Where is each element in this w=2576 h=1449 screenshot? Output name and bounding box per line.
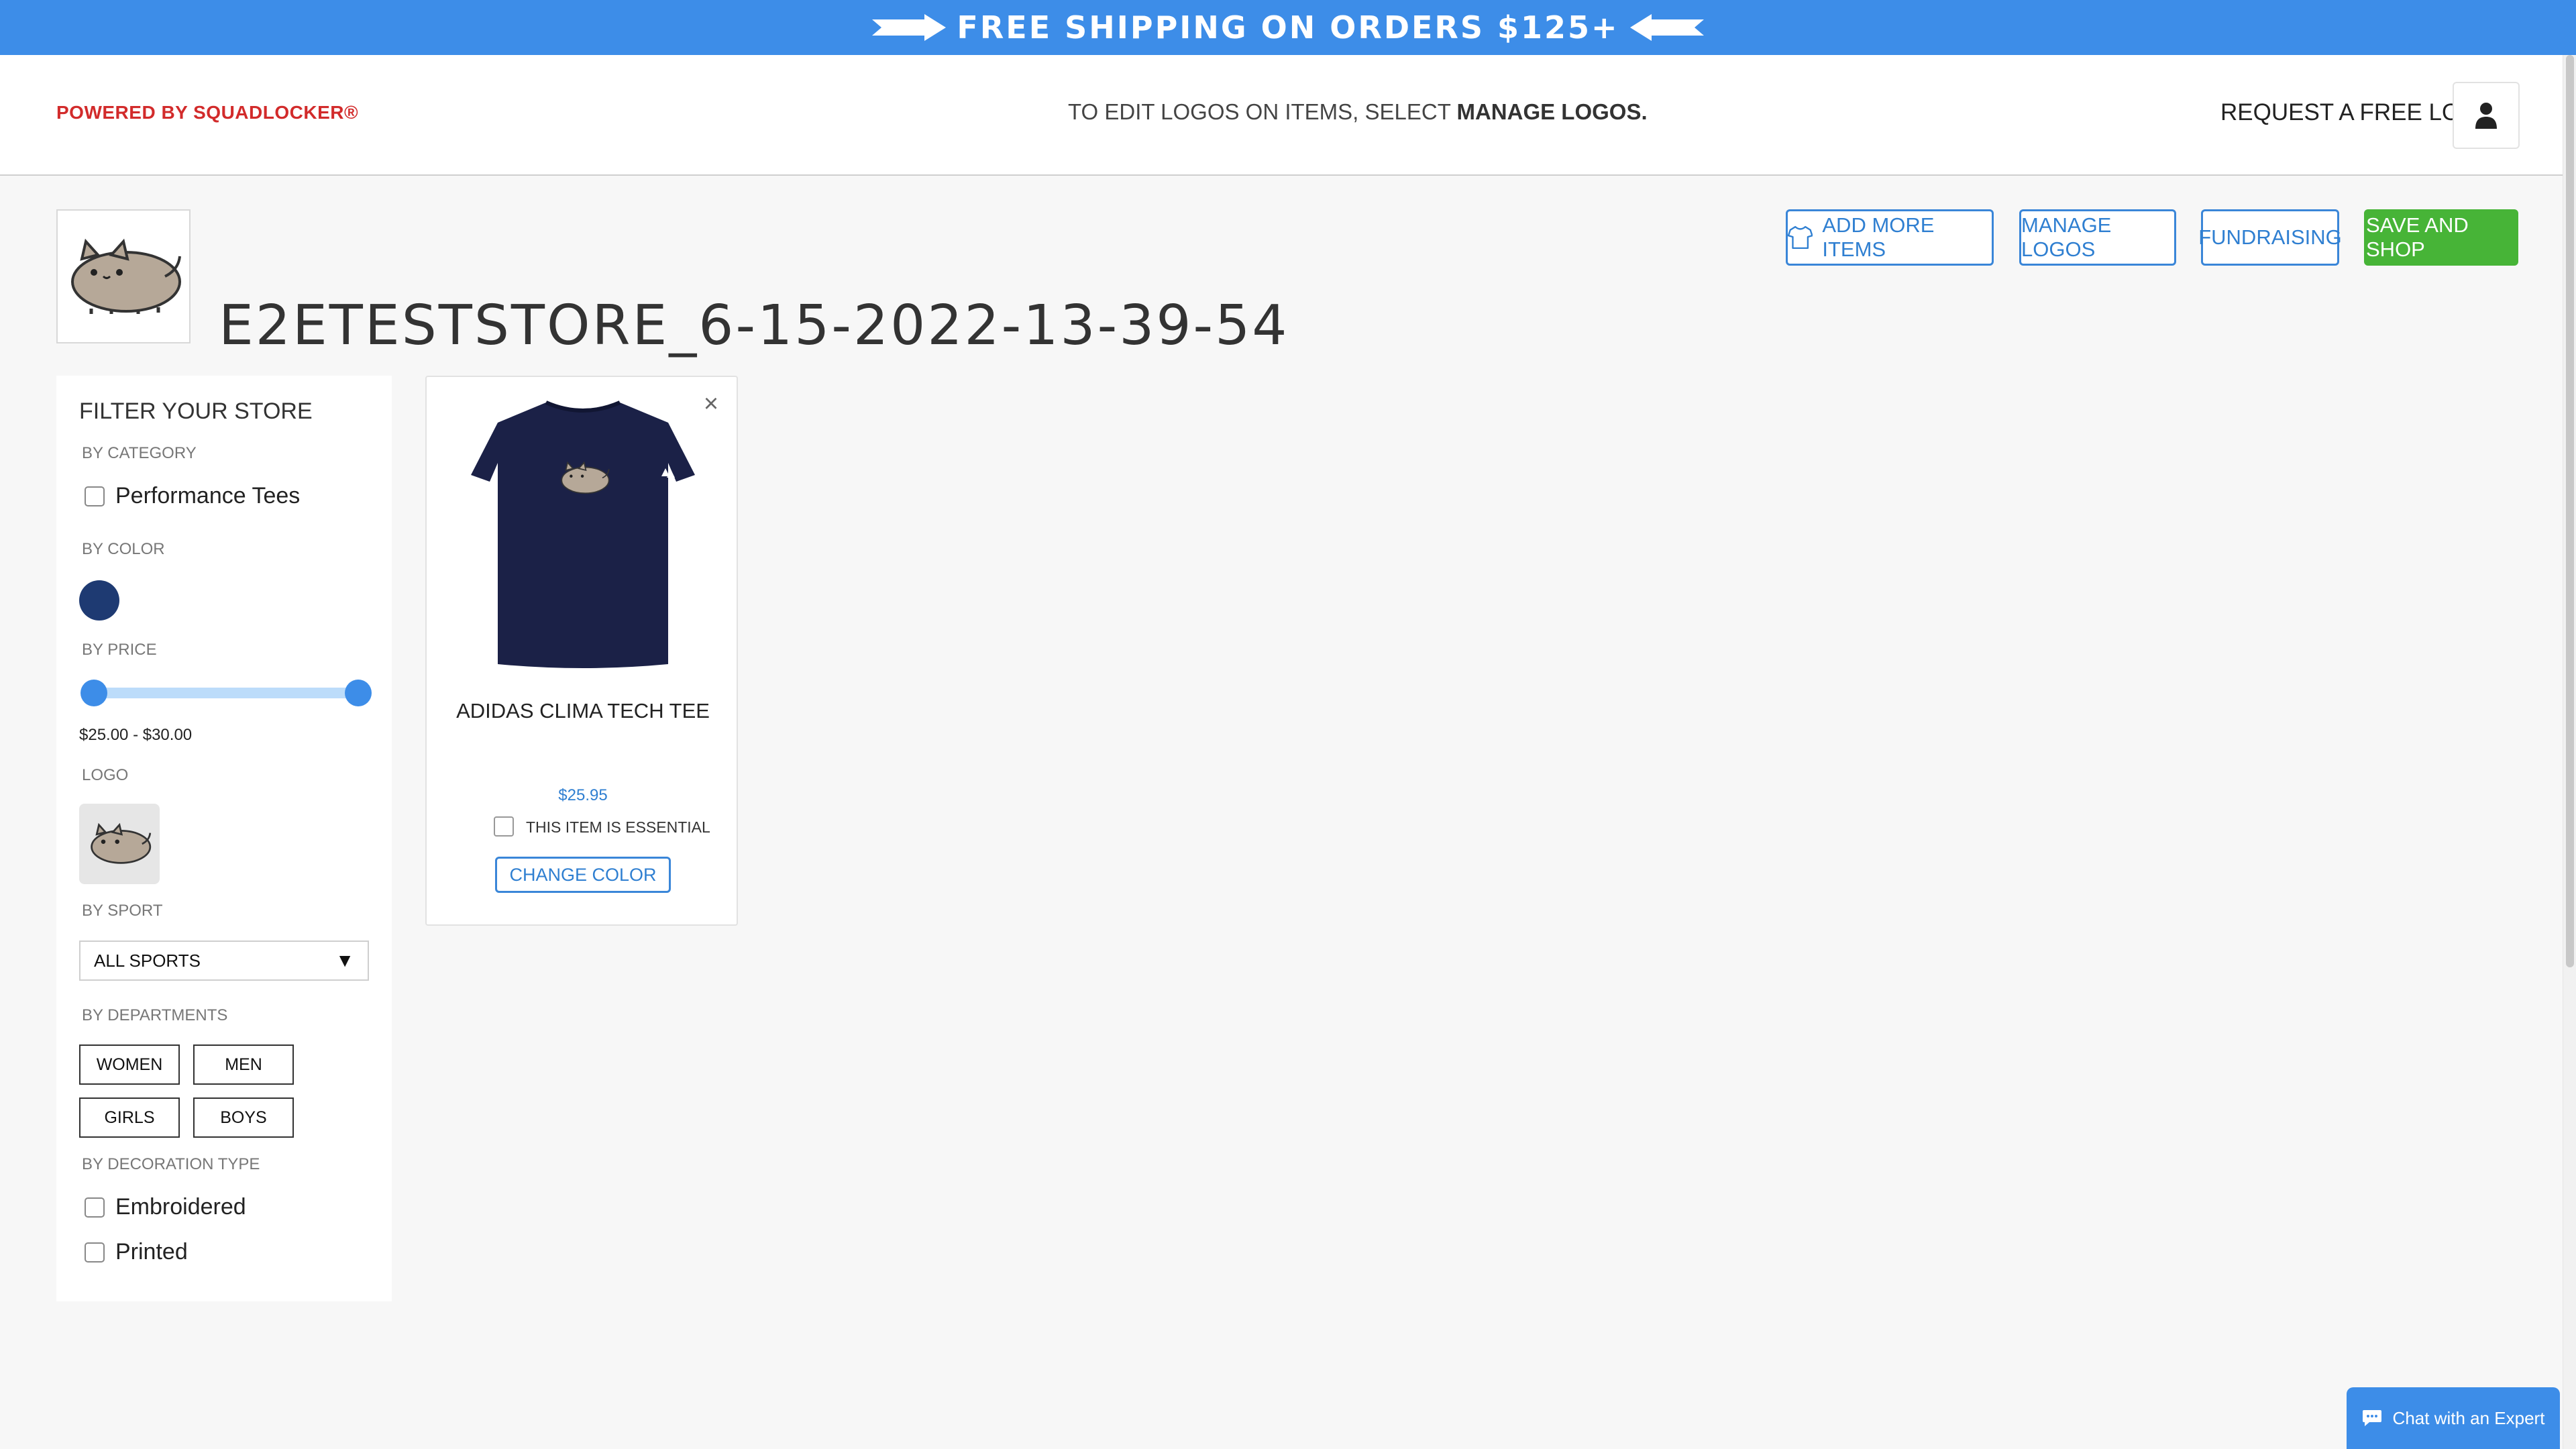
price-slider-max-handle[interactable] <box>345 680 372 706</box>
caret-down-icon: ▼ <box>335 950 354 971</box>
edit-note-prefix: TO EDIT LOGOS ON ITEMS, SELECT <box>1068 99 1457 124</box>
pusheen-cat-logo <box>91 822 152 864</box>
product-image[interactable] <box>467 396 699 678</box>
fundraising-label: FUNDRAISING <box>2198 225 2342 249</box>
store-logo <box>56 209 191 343</box>
shipping-banner: FREE SHIPPING ON ORDERS $125+ <box>0 0 2576 55</box>
manage-logos-button[interactable]: MANAGE LOGOS <box>2019 209 2176 266</box>
decoration-label: BY DECORATION TYPE <box>82 1155 260 1173</box>
chat-with-expert-button[interactable]: Chat with an Expert <box>2347 1387 2560 1449</box>
chat-bubble-icon <box>2362 1410 2381 1426</box>
price-range-text: $25.00 - $30.00 <box>79 726 193 744</box>
user-icon <box>2475 103 2497 129</box>
add-more-items-label: ADD MORE ITEMS <box>1822 213 1935 261</box>
edit-note-bold: MANAGE LOGOS. <box>1456 99 1648 124</box>
logo-filter-tile[interactable] <box>79 804 160 884</box>
arrow-left-icon <box>1629 14 1704 41</box>
price-slider-track[interactable] <box>91 688 361 698</box>
department-button-girls[interactable]: GIRLS <box>79 1097 180 1138</box>
add-more-items-button[interactable]: ADD MORE ITEMS <box>1786 209 1994 266</box>
close-icon[interactable]: × <box>698 390 724 417</box>
save-and-shop-button[interactable]: SAVE AND SHOP <box>2364 209 2518 266</box>
sport-select-value: ALL SPORTS <box>94 950 201 971</box>
essential-label: THIS ITEM IS ESSENTIAL <box>526 818 710 836</box>
category-label: BY CATEGORY <box>82 444 197 462</box>
pusheen-cat-logo <box>71 238 181 314</box>
product-name: ADIDAS CLIMA TECH TEE <box>456 699 710 722</box>
category-checkbox-performance-tees[interactable] <box>85 486 105 506</box>
department-button-women[interactable]: WOMEN <box>79 1044 180 1085</box>
product-card[interactable]: × ADIDAS CLIMA TECH TEE $25.95 THIS ITEM… <box>425 376 738 926</box>
filter-title: FILTER YOUR STORE <box>79 398 313 424</box>
arrow-right-icon <box>872 14 947 41</box>
store-title: E2ETESTSTORE_6-15-2022-13-39-54 <box>219 294 1289 358</box>
manage-logos-label: MANAGE LOGOS <box>2021 213 2112 261</box>
decoration-checkbox-printed[interactable] <box>85 1242 105 1263</box>
chat-label: Chat with an Expert <box>2392 1407 2545 1428</box>
scrollbar-thumb[interactable] <box>2566 55 2574 967</box>
departments-label: BY DEPARTMENTS <box>82 1006 228 1024</box>
shirt-icon <box>1788 225 1813 250</box>
save-and-shop-label: SAVE AND SHOP <box>2366 213 2469 261</box>
color-swatch-navy[interactable] <box>79 580 119 621</box>
department-button-boys[interactable]: BOYS <box>193 1097 294 1138</box>
site-header: POWERED BY SQUADLOCKER® TO EDIT LOGOS ON… <box>0 55 2563 176</box>
department-button-men[interactable]: MEN <box>193 1044 294 1085</box>
category-option-label: Performance Tees <box>115 483 301 508</box>
account-button[interactable] <box>2453 82 2520 149</box>
sport-select[interactable]: ALL SPORTS ▼ <box>79 941 369 981</box>
decoration-option-embroidered: Embroidered <box>115 1194 246 1220</box>
decoration-option-printed: Printed <box>115 1239 188 1265</box>
powered-by-link[interactable]: POWERED BY SQUADLOCKER® <box>56 102 358 123</box>
change-color-button[interactable]: CHANGE COLOR <box>495 857 671 893</box>
page-scrollbar[interactable] <box>2563 55 2576 1449</box>
product-price: $25.95 <box>558 786 608 804</box>
change-color-label: CHANGE COLOR <box>509 864 657 885</box>
banner-text: FREE SHIPPING ON ORDERS $125+ <box>957 9 1619 46</box>
color-label: BY COLOR <box>82 540 165 558</box>
price-label: BY PRICE <box>82 641 157 659</box>
essential-checkbox[interactable] <box>494 816 514 837</box>
fundraising-button[interactable]: FUNDRAISING <box>2198 209 2342 266</box>
sport-label: BY SPORT <box>82 902 163 920</box>
edit-logos-note: TO EDIT LOGOS ON ITEMS, SELECT MANAGE LO… <box>1068 99 1648 125</box>
decoration-checkbox-embroidered[interactable] <box>85 1197 105 1218</box>
price-slider-min-handle[interactable] <box>80 680 107 706</box>
logo-label: LOGO <box>82 766 129 784</box>
filter-sidebar: FILTER YOUR STORE BY CATEGORY Performanc… <box>56 376 392 1301</box>
